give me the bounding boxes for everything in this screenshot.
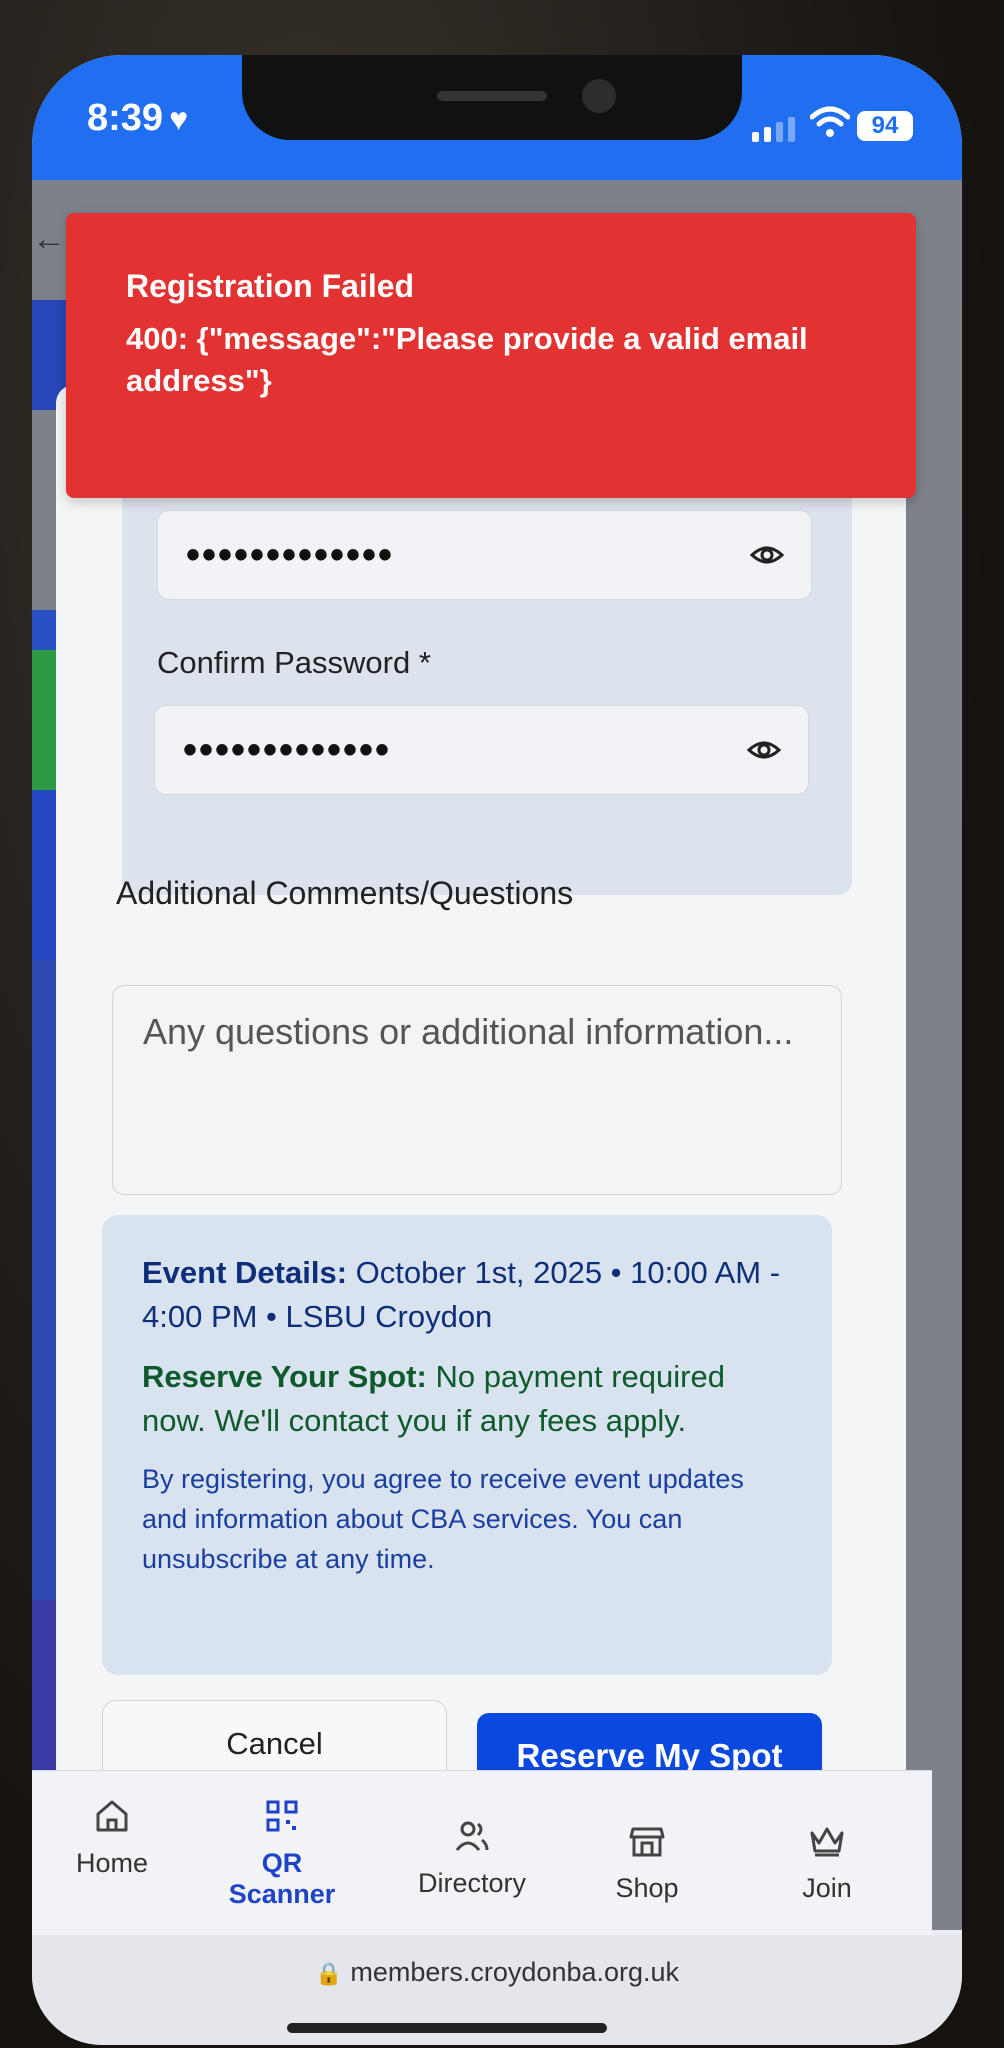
screen: 8:39 ♥ 94 ← ••••••••••••• Confirm Passwo… bbox=[32, 55, 962, 2045]
nav-directory[interactable]: Directory bbox=[397, 1816, 547, 1899]
nav-qr-scanner-label: QR Scanner bbox=[228, 1848, 336, 1909]
back-arrow-icon[interactable]: ← bbox=[32, 220, 66, 259]
nav-home-label: Home bbox=[75, 1848, 149, 1878]
reserve-info: Reserve Your Spot: No payment required n… bbox=[142, 1355, 792, 1443]
comments-label: Additional Comments/Questions bbox=[116, 875, 574, 911]
speaker bbox=[437, 91, 547, 101]
confirm-password-input[interactable]: ••••••••••••• bbox=[154, 705, 809, 795]
browser-url-bar[interactable]: 🔒 members.croydonba.org.uk bbox=[32, 1935, 962, 2045]
notch bbox=[242, 55, 742, 140]
wifi-icon bbox=[810, 106, 850, 137]
status-time: 8:39 ♥ bbox=[87, 97, 188, 140]
home-icon bbox=[96, 1800, 128, 1832]
heart-icon: ♥ bbox=[169, 101, 189, 137]
toast-message: 400: {"message":"Please provide a valid … bbox=[126, 321, 808, 398]
event-info-box: Event Details: October 1st, 2025 • 10:00… bbox=[102, 1215, 832, 1675]
eye-icon[interactable] bbox=[749, 537, 785, 573]
reserve-label: Reserve Your Spot: bbox=[142, 1359, 427, 1394]
toast-title: Registration Failed bbox=[126, 268, 415, 304]
camera bbox=[582, 79, 616, 113]
nav-directory-label: Directory bbox=[417, 1868, 526, 1898]
terms-text: By registering, you agree to receive eve… bbox=[142, 1464, 744, 1574]
confirm-password-label: Confirm Password * bbox=[157, 645, 431, 680]
status-time-text: 8:39 bbox=[87, 97, 164, 139]
password-value: ••••••••••••• bbox=[186, 532, 395, 577]
battery-indicator: 94 bbox=[857, 111, 913, 141]
event-details-label: Event Details: bbox=[142, 1255, 348, 1290]
status-bar: 8:39 ♥ 94 bbox=[32, 55, 962, 180]
eye-icon[interactable] bbox=[746, 732, 782, 768]
signal-icon bbox=[752, 117, 795, 142]
home-indicator[interactable] bbox=[287, 2023, 607, 2033]
event-details: Event Details: October 1st, 2025 • 10:00… bbox=[142, 1251, 792, 1339]
nav-home[interactable]: Home bbox=[37, 1796, 187, 1879]
crown-icon bbox=[810, 1827, 844, 1857]
lock-icon: 🔒 bbox=[314, 1961, 343, 1986]
password-input[interactable]: ••••••••••••• bbox=[157, 510, 812, 600]
users-icon bbox=[455, 1821, 489, 1851]
error-toast[interactable]: Registration Failed 400: {"message":"Ple… bbox=[66, 213, 916, 498]
confirm-password-value: ••••••••••••• bbox=[183, 727, 392, 772]
nav-join[interactable]: Join bbox=[752, 1821, 902, 1904]
store-icon bbox=[629, 1827, 665, 1857]
nav-shop-label: Shop bbox=[615, 1873, 679, 1903]
phone-frame: 8:39 ♥ 94 ← ••••••••••••• Confirm Passwo… bbox=[0, 0, 1004, 2048]
comments-textarea[interactable]: Any questions or additional information.… bbox=[112, 985, 842, 1195]
url-text: members.croydonba.org.uk bbox=[350, 1957, 680, 1987]
nav-shop[interactable]: Shop bbox=[572, 1821, 722, 1904]
qr-code-icon bbox=[266, 1800, 298, 1832]
nav-join-label: Join bbox=[802, 1873, 852, 1903]
nav-qr-scanner[interactable]: QR Scanner bbox=[207, 1796, 357, 1910]
bottom-nav: Home QR Scanner Directory Shop Join bbox=[32, 1770, 932, 1935]
